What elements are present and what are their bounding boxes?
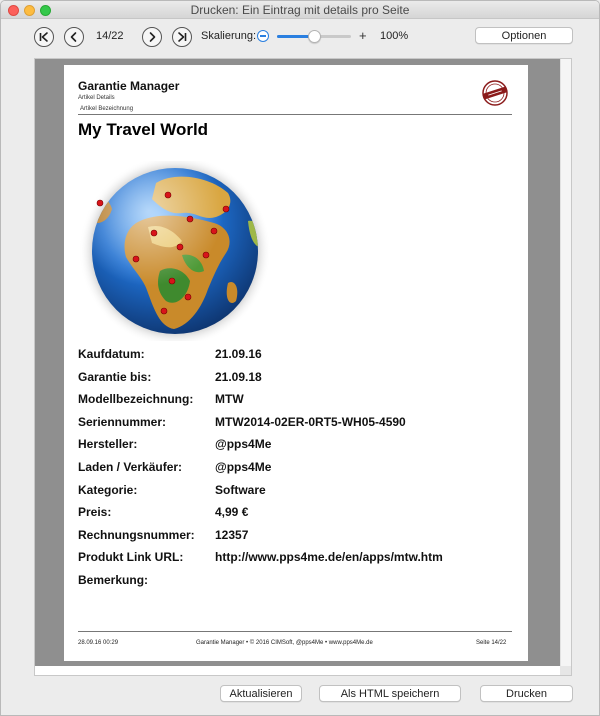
skip-last-icon (178, 32, 187, 42)
preview-toolbar: 14/22 Skalierung: + 100% Optionen (1, 19, 599, 55)
first-page-button[interactable] (34, 27, 54, 47)
detail-label: Seriennummer: (78, 414, 167, 429)
vertical-scrollbar[interactable] (560, 59, 571, 666)
detail-label: Laden / Verkäufer: (78, 460, 183, 474)
print-preview-area: Garantie Manager Artikel Details Artikel… (34, 58, 572, 676)
options-button[interactable]: Optionen (475, 27, 573, 44)
zoom-in-icon[interactable]: + (359, 28, 367, 43)
detail-label: Garantie bis: (78, 369, 152, 384)
footer-date: 28.09.16 00:29 (78, 640, 119, 646)
detail-label: Kategorie: (78, 482, 138, 497)
skip-first-icon (39, 32, 48, 42)
globe-image (79, 161, 271, 341)
detail-value: http://www.pps4me.de/en/apps/mtw.htm (215, 550, 443, 565)
header-subtitle: Artikel Details (78, 95, 115, 101)
chevron-left-icon (70, 32, 77, 42)
detail-value: MTW2014-02ER-0RT5-WH05-4590 (215, 414, 406, 429)
zoom-slider-thumb[interactable] (307, 30, 321, 43)
window-title: Drucken: Ein Eintrag mit details pro Sei… (190, 3, 410, 17)
print-dialog-window: Drucken: Ein Eintrag mit details pro Sei… (0, 0, 600, 716)
detail-label: Produkt Link URL: (78, 550, 184, 565)
zoom-out-icon[interactable] (257, 30, 269, 42)
detail-value: 4,99 € (215, 505, 249, 520)
print-page: Garantie Manager Artikel Details Artikel… (64, 65, 528, 661)
footer-page-number: Seite 14/22 (476, 640, 507, 646)
print-button[interactable]: Drucken (480, 685, 573, 702)
footer-center: Garantie Manager • © 2016 CIMSoft, @pps4… (196, 640, 373, 646)
last-page-button[interactable] (172, 27, 192, 47)
detail-label: Bemerkung: (78, 573, 149, 587)
detail-label: Preis: (78, 505, 112, 520)
refresh-button[interactable]: Aktualisieren (220, 685, 302, 702)
save-as-html-button[interactable]: Als HTML speichern (319, 685, 461, 702)
title-bar: Drucken: Ein Eintrag mit details pro Sei… (1, 1, 599, 19)
header-divider (78, 114, 512, 115)
item-title: My Travel World (78, 120, 209, 139)
detail-value: 21.09.16 (215, 347, 262, 361)
detail-value: Software (215, 482, 266, 497)
detail-value: 12357 (215, 527, 249, 542)
detail-label: Rechnungsnummer: (78, 527, 195, 542)
scrollbar-corner (560, 666, 571, 675)
detail-label: Hersteller: (78, 437, 138, 452)
header-column-label: Artikel Bezeichnung (80, 106, 134, 112)
detail-value: @pps4Me (215, 460, 272, 474)
cimsoft-stamp-logo (482, 80, 508, 106)
next-page-button[interactable] (142, 27, 162, 47)
chevron-right-icon (149, 32, 156, 42)
footer-divider (78, 631, 512, 632)
scale-label: Skalierung: (201, 30, 257, 42)
zoom-value: 100% (380, 30, 409, 42)
detail-label: Modellbezeichnung: (78, 392, 194, 407)
preview-background: Garantie Manager Artikel Details Artikel… (35, 59, 560, 666)
detail-value: @pps4Me (215, 437, 272, 452)
detail-value: 21.09.18 (215, 369, 262, 384)
previous-page-button[interactable] (64, 27, 84, 47)
detail-label: Kaufdatum: (78, 347, 145, 361)
page-counter: 14/22 (96, 30, 124, 42)
app-name: Garantie Manager (78, 79, 180, 93)
detail-value: MTW (215, 392, 244, 407)
